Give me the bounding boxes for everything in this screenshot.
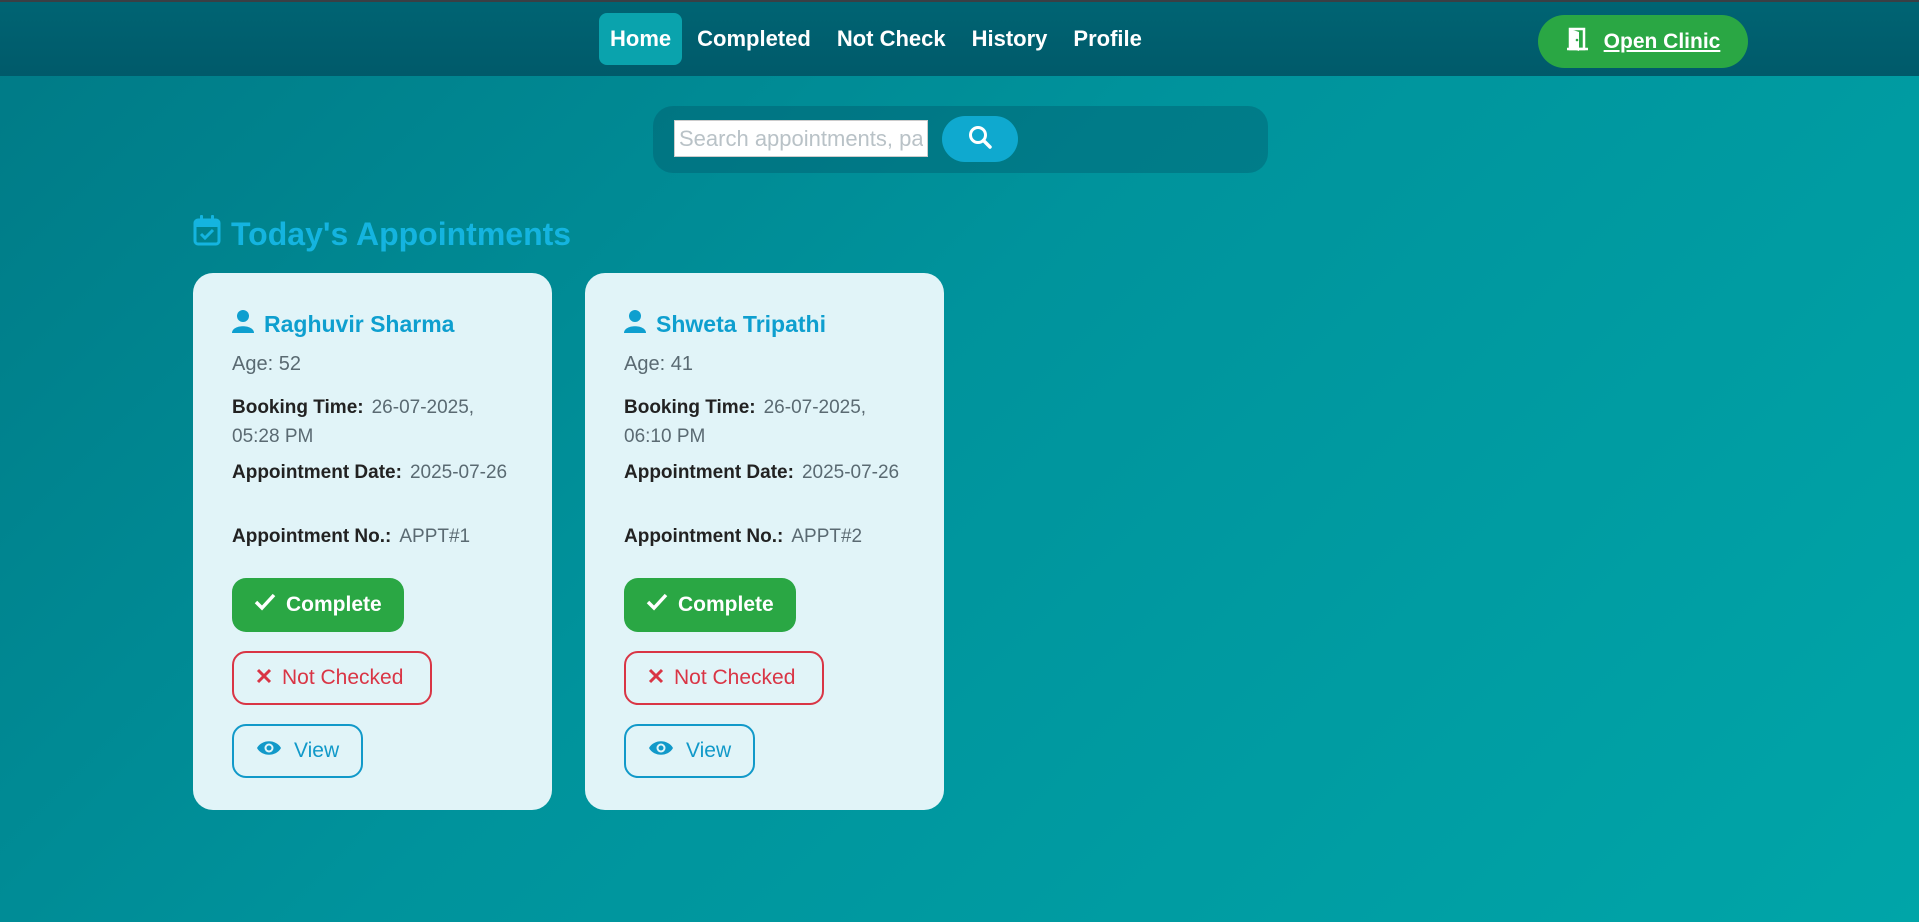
not-checked-label: Not Checked: [282, 666, 404, 689]
check-icon: [646, 592, 668, 618]
patient-name: Shweta Tripathi: [624, 309, 826, 339]
appointment-no-value: APPT#1: [399, 526, 471, 547]
appointment-no-label: Appointment No.:: [232, 526, 392, 547]
patient-age: Age: 52: [232, 353, 301, 375]
user-icon: [232, 309, 254, 339]
nav-item-completed[interactable]: Completed: [686, 13, 822, 65]
patient-name: Raghuvir Sharma: [232, 309, 454, 339]
main-nav: Home Completed Not Check History Profile: [599, 13, 1153, 65]
nav-item-profile[interactable]: Profile: [1062, 13, 1152, 65]
not-checked-label: Not Checked: [674, 666, 796, 689]
search-input[interactable]: [674, 120, 928, 157]
eye-icon: [256, 739, 282, 763]
appointment-date-label: Appointment Date:: [232, 462, 402, 483]
check-icon: [254, 592, 276, 618]
appointment-date-value: 2025-07-26: [409, 462, 508, 483]
appointment-date: Appointment Date: 2025-07-26: [624, 458, 914, 487]
search-bar: [653, 106, 1268, 173]
appointment-card: Shweta Tripathi Age: 41 Booking Time: 26-…: [585, 273, 944, 810]
open-clinic-button[interactable]: Open Clinic: [1538, 15, 1748, 68]
appointment-no-value: APPT#2: [791, 526, 863, 547]
complete-label: Complete: [678, 593, 774, 616]
appointment-no: Appointment No.: APPT#1: [232, 522, 522, 551]
view-label: View: [686, 739, 732, 762]
nav-item-not-check[interactable]: Not Check: [826, 13, 957, 65]
appointment-no: Appointment No.: APPT#2: [624, 522, 914, 551]
view-label: View: [294, 739, 340, 762]
appointment-date-value: 2025-07-26: [801, 462, 900, 483]
patient-age: Age: 41: [624, 353, 693, 375]
page-title-text: Today's Appointments: [231, 215, 572, 252]
booking-time-label: Booking Time:: [232, 397, 364, 418]
user-icon: [624, 309, 646, 339]
patient-name-text: Shweta Tripathi: [656, 310, 826, 337]
appointment-date-label: Appointment Date:: [624, 462, 794, 483]
booking-time-label: Booking Time:: [624, 397, 756, 418]
page-title: Today's Appointments: [193, 214, 571, 254]
calendar-check-icon: [193, 214, 221, 254]
not-checked-button[interactable]: Not Checked: [232, 651, 432, 705]
door-open-icon: [1566, 26, 1592, 58]
nav-item-home[interactable]: Home: [599, 13, 683, 65]
top-navbar: Home Completed Not Check History Profile…: [0, 0, 1919, 76]
search-icon: [967, 124, 993, 155]
close-icon: [648, 666, 664, 690]
not-checked-button[interactable]: Not Checked: [624, 651, 824, 705]
appointment-no-label: Appointment No.:: [624, 526, 784, 547]
appointment-card: Raghuvir Sharma Age: 52 Booking Time: 26-…: [193, 273, 552, 810]
eye-icon: [648, 739, 674, 763]
complete-label: Complete: [286, 593, 382, 616]
booking-time: Booking Time: 26-07-2025, 05:28 PM: [232, 393, 522, 451]
complete-button[interactable]: Complete: [624, 578, 796, 632]
close-icon: [256, 666, 272, 690]
booking-time: Booking Time: 26-07-2025, 06:10 PM: [624, 393, 914, 451]
appointment-date: Appointment Date: 2025-07-26: [232, 458, 522, 487]
open-clinic-label: Open Clinic: [1603, 29, 1721, 53]
view-button[interactable]: View: [232, 724, 363, 778]
nav-item-history[interactable]: History: [961, 13, 1059, 65]
complete-button[interactable]: Complete: [232, 578, 404, 632]
patient-name-text: Raghuvir Sharma: [264, 310, 455, 337]
search-button[interactable]: [942, 116, 1018, 162]
view-button[interactable]: View: [624, 724, 755, 778]
